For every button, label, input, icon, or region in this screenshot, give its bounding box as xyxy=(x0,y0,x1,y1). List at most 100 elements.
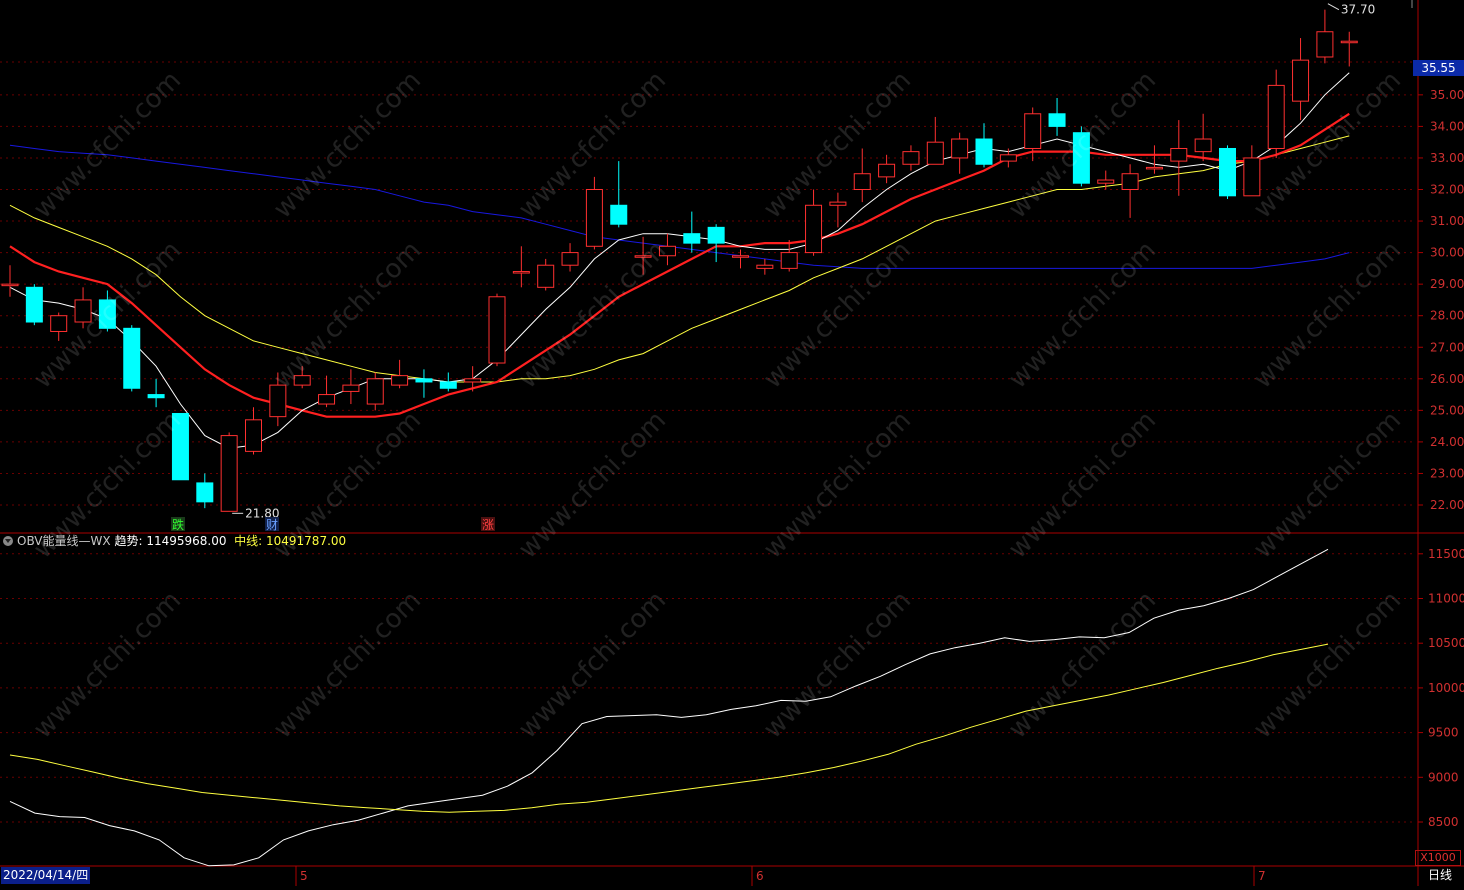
candle xyxy=(561,243,579,272)
candle xyxy=(366,372,384,411)
candle-body xyxy=(853,173,871,191)
moving-average-line xyxy=(9,144,1350,269)
candle-body xyxy=(805,204,823,254)
current-date-label: 2022/04/14/四 xyxy=(1,867,91,884)
candle-body xyxy=(732,255,749,258)
price-tick-label: 26.00 xyxy=(1430,372,1464,386)
trend-label: 趋势: xyxy=(114,534,143,548)
candle xyxy=(147,378,165,408)
candle xyxy=(171,413,189,481)
candle-body xyxy=(1267,84,1285,149)
candle-body xyxy=(1097,179,1115,184)
candle xyxy=(220,432,238,512)
month-label: 6 xyxy=(756,869,764,883)
candle-body xyxy=(25,286,43,323)
candle xyxy=(293,366,311,389)
candle-body xyxy=(756,264,774,269)
candle xyxy=(391,359,409,389)
candle xyxy=(318,375,336,408)
candle-body xyxy=(488,296,506,364)
candle xyxy=(707,224,725,263)
candle-body xyxy=(951,138,969,159)
obv-tick-label: 11500 xyxy=(1428,547,1464,561)
obv-indicator-title[interactable]: OBV能量线—WX 趋势: 11495968.00 中线: 10491787.0… xyxy=(3,533,346,550)
candle-body xyxy=(634,255,652,258)
candle-body xyxy=(415,378,433,383)
candle xyxy=(512,246,530,288)
high-pointer xyxy=(1327,3,1340,11)
candle-body xyxy=(123,327,141,389)
obv-line xyxy=(9,548,1329,867)
moving-average-line xyxy=(9,135,1350,383)
candle-body xyxy=(391,375,409,386)
candle-body xyxy=(683,233,701,244)
event-marker: 跌 xyxy=(172,517,184,532)
event-marker: 涨 xyxy=(482,517,494,532)
candle xyxy=(537,258,555,291)
candle-body xyxy=(196,482,214,503)
candle-body xyxy=(318,394,336,405)
price-tick-label: 32.00 xyxy=(1430,183,1464,197)
candle-body xyxy=(1121,173,1139,191)
candle xyxy=(853,148,871,203)
obv-title-text: OBV能量线—WX xyxy=(17,534,111,548)
candle-body xyxy=(780,252,798,269)
candle-body xyxy=(1340,40,1358,44)
price-tick-label: 31.00 xyxy=(1430,214,1464,228)
period-daily-button[interactable]: 日线 xyxy=(1418,867,1462,884)
candle-body xyxy=(658,245,676,257)
candle-body xyxy=(366,378,384,405)
candle xyxy=(245,407,262,455)
price-tick-label: 24.00 xyxy=(1430,435,1464,449)
price-tick-label: 22.00 xyxy=(1430,498,1464,512)
candle-body xyxy=(293,375,311,386)
candle-body xyxy=(342,384,360,392)
candle xyxy=(1292,38,1310,121)
candle xyxy=(1194,113,1212,162)
month-label: 7 xyxy=(1258,869,1266,883)
candle-body xyxy=(1048,113,1066,127)
candle-body xyxy=(878,163,896,178)
candle-body xyxy=(147,394,165,399)
candle-body xyxy=(999,154,1017,162)
chart-svg: 22.00 23.00 24.00 25.00 26.00 27.00 28.00 29.00… xyxy=(0,0,1464,886)
obv-line xyxy=(9,643,1329,813)
candle-body xyxy=(561,252,579,266)
price-tick-label: 30.00 xyxy=(1430,246,1464,260)
candle xyxy=(902,145,920,171)
candle-body xyxy=(1170,147,1188,162)
candle xyxy=(732,249,749,269)
candle-body xyxy=(464,378,482,383)
candle xyxy=(50,312,68,341)
candle xyxy=(1145,145,1163,174)
indicator-menu-icon[interactable] xyxy=(3,536,13,546)
candle xyxy=(926,116,944,165)
candle xyxy=(585,176,603,250)
obv-tick-label: 9000 xyxy=(1428,770,1459,784)
candle-body xyxy=(1194,138,1212,153)
candle xyxy=(780,239,798,272)
price-tick-label: 33.00 xyxy=(1430,151,1464,165)
candle xyxy=(342,369,360,405)
price-tick-label: 28.00 xyxy=(1430,309,1464,323)
candle xyxy=(878,154,896,184)
candle-body xyxy=(1243,157,1261,197)
price-tick-label: 23.00 xyxy=(1430,466,1464,480)
candle xyxy=(1121,164,1139,218)
moving-average-line xyxy=(9,72,1350,449)
volume-scale-label: X1000 xyxy=(1415,850,1461,866)
candle xyxy=(269,372,287,427)
obv-tick-label: 8500 xyxy=(1428,815,1459,829)
candle xyxy=(1072,126,1090,187)
price-tick-label: 34.00 xyxy=(1430,119,1464,133)
candle xyxy=(683,211,701,253)
event-marker: 财 xyxy=(266,518,278,532)
obv-tick-label: 9500 xyxy=(1428,726,1459,740)
candle xyxy=(610,161,628,228)
last-price-tag: 35.55 xyxy=(1413,60,1464,76)
candle xyxy=(123,325,141,392)
price-tick-label: 29.00 xyxy=(1430,277,1464,291)
candle xyxy=(196,473,214,509)
candle-body xyxy=(98,299,116,329)
candle-body xyxy=(439,381,457,389)
